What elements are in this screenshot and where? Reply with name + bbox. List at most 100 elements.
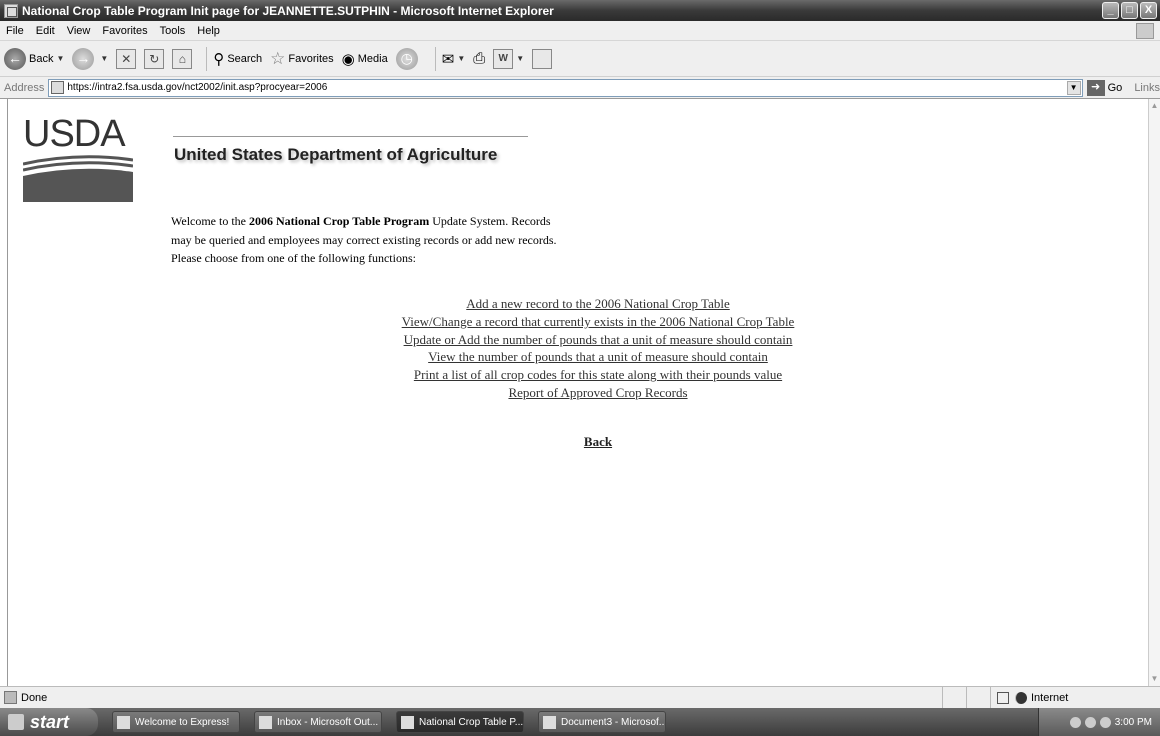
menu-file[interactable]: File	[0, 25, 30, 37]
mail-button[interactable]: ✉ ▼	[442, 50, 466, 68]
stop-icon: ✕	[116, 48, 137, 69]
link-print-crop-codes[interactable]: Print a list of all crop codes for this …	[148, 366, 1048, 384]
go-arrow-icon: ➜	[1086, 79, 1105, 96]
outlook-icon	[259, 715, 272, 729]
chevron-down-icon: ▼	[457, 54, 466, 63]
word-icon: W	[493, 48, 514, 69]
history-icon: ◷	[395, 47, 418, 70]
refresh-button[interactable]: ↻	[144, 48, 165, 69]
scroll-up-icon[interactable]: ▲	[1149, 99, 1160, 113]
menu-favorites[interactable]: Favorites	[96, 25, 153, 37]
media-button[interactable]: ◉ Media	[342, 50, 388, 68]
welcome-text: Welcome to the 2006 National Crop Table …	[171, 212, 691, 268]
discuss-icon	[532, 48, 553, 69]
taskbar-item-express[interactable]: Welcome to Express!	[112, 711, 240, 733]
task-label: National Crop Table P...	[419, 716, 524, 728]
menu-tools[interactable]: Tools	[154, 25, 192, 37]
program-name: 2006 National Crop Table Program	[249, 214, 430, 228]
link-view-change-record[interactable]: View/Change a record that currently exis…	[148, 313, 1048, 331]
windows-flag-icon	[1136, 23, 1154, 39]
edit-word-button[interactable]: W ▼	[493, 48, 525, 69]
welcome-post: Update System. Records	[429, 214, 551, 228]
forward-button[interactable]: → ▼	[72, 47, 109, 70]
taskbar: start Welcome to Express! Inbox - Micros…	[0, 708, 1160, 736]
mail-icon: ✉	[441, 50, 455, 68]
toolbar-separator	[206, 46, 208, 71]
taskbar-item-outlook[interactable]: Inbox - Microsoft Out...	[254, 711, 382, 733]
status-pane	[966, 687, 990, 709]
scroll-down-icon[interactable]: ▼	[1149, 672, 1160, 686]
word-icon	[543, 715, 556, 729]
ie-window-icon	[4, 3, 18, 18]
home-button[interactable]: ⌂	[172, 48, 193, 69]
address-input[interactable]: https://intra2.fsa.usda.gov/nct2002/init…	[48, 78, 1083, 97]
page-content: USDA United States Department of Agricul…	[7, 99, 1149, 686]
chevron-down-icon: ▼	[100, 54, 109, 63]
help-icon	[117, 715, 130, 729]
search-button[interactable]: ⚲ Search	[213, 50, 262, 68]
menu-help[interactable]: Help	[191, 25, 226, 37]
task-label: Inbox - Microsoft Out...	[277, 716, 379, 728]
standard-toolbar: ← Back ▼ → ▼ ✕ ↻ ⌂ ⚲ Search ☆ Favorites …	[0, 41, 1160, 77]
system-tray: 3:00 PM	[1038, 708, 1160, 736]
usda-logo: USDA	[23, 114, 133, 204]
stop-button[interactable]: ✕	[116, 48, 137, 69]
print-icon: ⎙	[473, 50, 486, 67]
toolbar-separator	[434, 46, 436, 71]
back-label: Back	[29, 52, 54, 65]
function-links: Add a new record to the 2006 National Cr…	[148, 295, 1048, 402]
tray-icon[interactable]	[1099, 716, 1111, 728]
back-link[interactable]: Back	[584, 434, 612, 449]
page-icon	[51, 81, 65, 94]
status-text: Done	[21, 691, 48, 704]
status-panes: Internet	[942, 687, 1160, 709]
window-controls: _ □ X	[1102, 2, 1157, 19]
back-button[interactable]: ← Back ▼	[4, 47, 64, 70]
taskbar-item-ie[interactable]: National Crop Table P...	[396, 711, 524, 733]
favorites-button[interactable]: ☆ Favorites	[270, 49, 334, 69]
back-arrow-icon: ←	[4, 47, 26, 70]
address-url: https://intra2.fsa.usda.gov/nct2002/init…	[67, 82, 328, 93]
discuss-button[interactable]	[532, 48, 553, 69]
chevron-down-icon: ▼	[516, 54, 525, 63]
star-icon: ☆	[270, 48, 286, 68]
menu-edit[interactable]: Edit	[30, 25, 61, 37]
taskbar-item-word[interactable]: Document3 - Microsof...	[538, 711, 666, 733]
vertical-scrollbar[interactable]: ▲ ▼	[1148, 99, 1160, 686]
chevron-down-icon[interactable]: ▼	[1066, 80, 1081, 95]
go-label: Go	[1107, 81, 1123, 94]
security-zone: Internet	[990, 687, 1160, 709]
close-button[interactable]: X	[1140, 2, 1157, 19]
task-label: Document3 - Microsof...	[561, 716, 666, 728]
department-title: United States Department of Agriculture	[174, 145, 498, 164]
windows-flag-icon	[8, 714, 24, 730]
globe-icon	[1015, 692, 1027, 704]
tray-icon[interactable]	[1084, 716, 1096, 728]
media-label: Media	[357, 52, 388, 65]
start-button[interactable]: start	[0, 708, 98, 736]
zone-label: Internet	[1031, 692, 1069, 704]
welcome-pre: Welcome to the	[171, 214, 250, 228]
print-button[interactable]: ⎙	[473, 50, 485, 67]
link-approved-report[interactable]: Report of Approved Crop Records	[148, 384, 1048, 402]
usda-logo-text: USDA	[23, 113, 126, 155]
favorites-label: Favorites	[288, 52, 334, 65]
history-button[interactable]: ◷	[395, 47, 421, 70]
menu-view[interactable]: View	[61, 25, 97, 37]
maximize-button[interactable]: □	[1121, 2, 1138, 19]
link-view-pounds[interactable]: View the number of pounds that a unit of…	[148, 348, 1048, 366]
start-label: start	[30, 711, 70, 732]
link-add-record[interactable]: Add a new record to the 2006 National Cr…	[148, 295, 1048, 313]
back-section: Back	[148, 434, 1048, 450]
menu-bar: File Edit View Favorites Tools Help	[0, 21, 1160, 41]
lock-icon	[997, 692, 1009, 704]
search-icon: ⚲	[213, 50, 225, 68]
go-button[interactable]: ➜ Go	[1086, 79, 1123, 96]
task-label: Welcome to Express!	[135, 716, 230, 728]
minimize-button[interactable]: _	[1102, 2, 1119, 19]
tray-icon[interactable]	[1069, 716, 1081, 728]
address-label: Address	[4, 81, 45, 94]
link-update-pounds[interactable]: Update or Add the number of pounds that …	[148, 331, 1048, 349]
status-pane	[942, 687, 966, 709]
links-button[interactable]: Links	[1134, 82, 1160, 94]
